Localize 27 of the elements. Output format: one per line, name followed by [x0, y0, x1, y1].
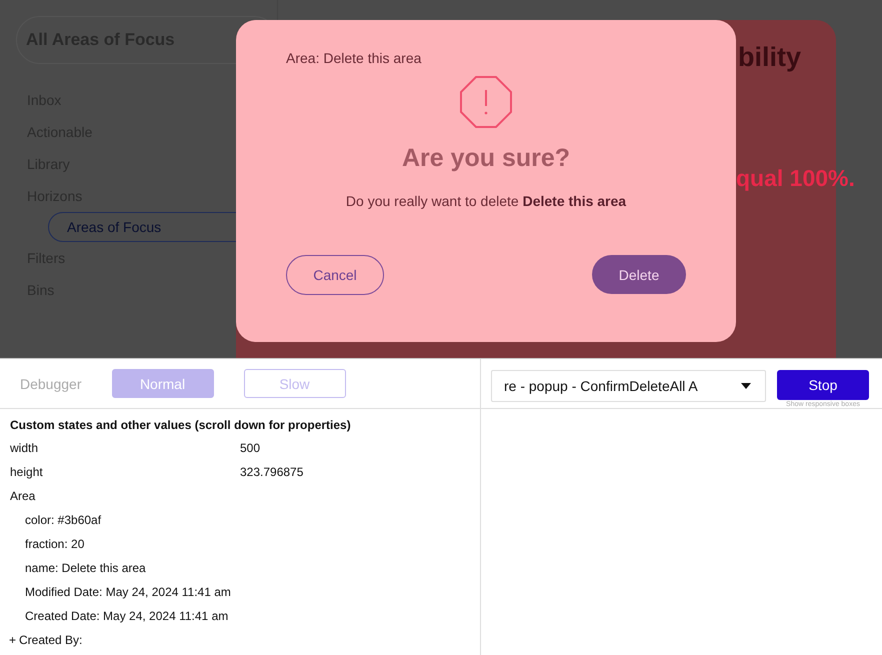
- dialog-caption: Area: Delete this area: [286, 50, 422, 66]
- properties-heading: Custom states and other values (scroll down for properties): [10, 418, 352, 432]
- warning-octagon-icon: [460, 76, 512, 128]
- dialog-title: Are you sure?: [402, 144, 570, 173]
- warning-text-fragment: qual 100%.: [736, 165, 855, 192]
- stop-button[interactable]: Stop: [777, 370, 869, 400]
- property-name: color: #3b60af: [25, 513, 102, 527]
- property-name: name: Delete this area: [25, 561, 146, 575]
- cancel-button[interactable]: Cancel: [286, 255, 384, 295]
- debugger-label: Debugger: [20, 376, 82, 392]
- heading-fragment: bility: [738, 42, 802, 73]
- property-name: width: [10, 441, 38, 455]
- property-name: Area: [10, 489, 36, 503]
- property-name: Modified Date: May 24, 2024 11:41 am: [25, 585, 231, 599]
- caret-icon: [741, 383, 751, 389]
- element-dropdown[interactable]: re - popup - ConfirmDeleteAll A: [491, 370, 766, 402]
- speed-button[interactable]: Normal: [112, 369, 214, 398]
- property-name: Created Date: May 24, 2024 11:41 am: [25, 609, 228, 623]
- property-value: 323.796875: [240, 465, 304, 479]
- delete-button[interactable]: Delete: [592, 255, 686, 294]
- speed-button[interactable]: Slow: [244, 369, 346, 398]
- property-name: fraction: 20: [25, 537, 84, 551]
- property-value: 500: [240, 441, 260, 455]
- property-name: height: [10, 465, 43, 479]
- property-name: Created By:: [19, 633, 82, 647]
- expand-toggle[interactable]: +: [9, 633, 16, 647]
- dialog-message: Do you really want to delete Delete this area: [346, 193, 626, 209]
